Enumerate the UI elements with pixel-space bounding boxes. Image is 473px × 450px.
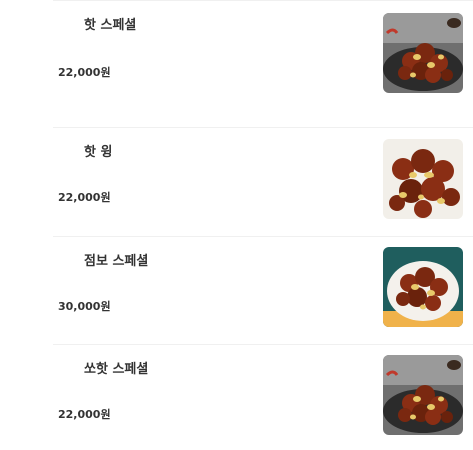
menu-item-name: 점보 스페셜 <box>84 254 149 269</box>
menu-item[interactable]: 쏘핫 스페셜 22,000원 <box>53 344 473 450</box>
menu-item[interactable]: 핫 윙 22,000원 <box>53 127 473 236</box>
menu-item-name: 핫 스페셜 <box>84 18 137 33</box>
menu-item-price: 22,000원 <box>58 191 111 204</box>
menu-item-image[interactable] <box>383 13 463 93</box>
divider <box>53 127 473 128</box>
menu-item-name: 핫 윙 <box>84 145 113 160</box>
divider <box>53 0 473 1</box>
menu-item-image[interactable] <box>383 355 463 435</box>
menu-item-price: 30,000원 <box>58 300 111 313</box>
menu-item-price: 22,000원 <box>58 66 111 79</box>
fried-chicken-dark-plate-icon <box>383 13 463 93</box>
menu-item[interactable]: 점보 스페셜 30,000원 <box>53 236 473 344</box>
fried-chicken-dark-plate-icon <box>383 355 463 435</box>
menu-item-price: 22,000원 <box>58 408 111 421</box>
menu-item-image[interactable] <box>383 247 463 327</box>
divider <box>53 344 473 345</box>
fried-chicken-teal-bg-icon <box>383 247 463 327</box>
divider <box>53 236 473 237</box>
menu-item-image[interactable] <box>383 139 463 219</box>
menu-item[interactable]: 핫 스페셜 22,000원 <box>53 0 473 127</box>
chicken-wings-icon <box>383 139 463 219</box>
menu-item-name: 쏘핫 스페셜 <box>84 362 149 377</box>
